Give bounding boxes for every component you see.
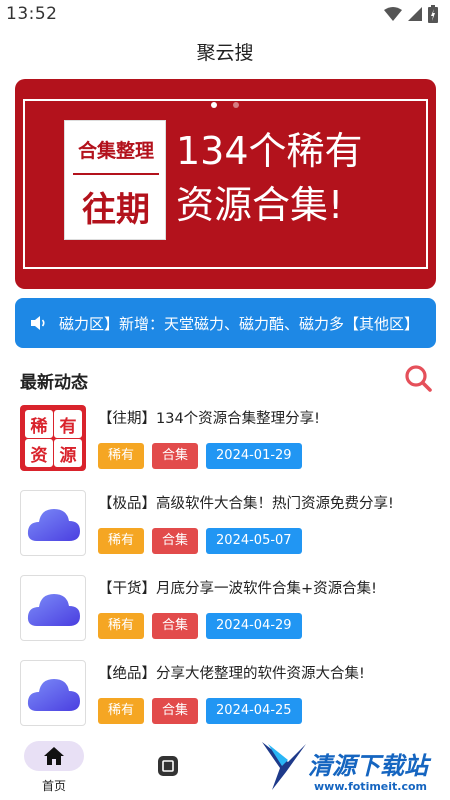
section-title: 最新动态 [20, 373, 88, 393]
carousel-indicator [211, 102, 239, 108]
banner-badge: 合集整理 往期 [64, 120, 166, 240]
seal-char: 有 [54, 410, 82, 438]
search-icon[interactable] [402, 362, 434, 394]
carousel-dot [233, 102, 239, 108]
post-item[interactable]: 【绝品】分享大佬整理的软件资源大合集! 稀有 合集 2024-04-25 [20, 660, 440, 732]
tag-rare: 稀有 [98, 613, 145, 639]
post-thumbnail [20, 575, 86, 641]
cloud-icon [27, 509, 80, 541]
nav-home-label: 首页 [41, 779, 66, 793]
home-icon [44, 747, 64, 765]
seal-char: 源 [54, 439, 82, 467]
watermark-url: www.fotimeit.com [314, 780, 428, 793]
status-time: 13:52 [6, 4, 58, 24]
post-item[interactable]: 【干货】月底分享一波软件合集+资源合集! 稀有 合集 2024-04-29 [20, 575, 440, 647]
post-thumbnail: 稀 有 资 源 [20, 405, 86, 471]
post-title: 【往期】134个资源合集整理分享! [98, 411, 320, 427]
post-thumbnail [20, 490, 86, 556]
post-date: 2024-04-25 [206, 698, 302, 724]
wifi-icon [384, 7, 402, 21]
post-tags: 稀有 合集 2024-05-07 [98, 528, 302, 554]
post-date: 2024-01-29 [206, 443, 302, 469]
cloud-icon [27, 679, 80, 711]
tag-rare: 稀有 [98, 528, 145, 554]
banner-badge-top: 合集整理 [77, 139, 154, 162]
tag-collection: 合集 [152, 528, 199, 554]
notice-bar[interactable]: 磁力区】新增：天堂磁力、磁力酷、磁力多【其他区】 [15, 298, 436, 348]
post-title: 【绝品】分享大佬整理的软件资源大合集! [98, 666, 365, 682]
tag-collection: 合集 [152, 443, 199, 469]
banner-headline: 134个稀有 资源合集! [176, 124, 363, 232]
nav-home-button[interactable] [24, 741, 84, 771]
post-title: 【干货】月底分享一波软件合集+资源合集! [98, 581, 377, 597]
category-icon[interactable] [157, 755, 179, 777]
signal-icon [408, 7, 422, 21]
post-item[interactable]: 【极品】高级软件大合集！热门资源免费分享! 稀有 合集 2024-05-07 [20, 490, 440, 562]
post-date: 2024-05-07 [206, 528, 302, 554]
status-bar: 13:52 [0, 0, 450, 28]
post-tags: 稀有 合集 2024-01-29 [98, 443, 302, 469]
tag-collection: 合集 [152, 698, 199, 724]
seal-char: 资 [25, 439, 53, 467]
watermark: 清源下载站 www.fotimeit.com [258, 738, 438, 796]
post-tags: 稀有 合集 2024-04-25 [98, 698, 302, 724]
post-date: 2024-04-29 [206, 613, 302, 639]
cloud-icon [27, 594, 80, 626]
banner-line-1: 134个稀有 [176, 129, 363, 173]
post-item[interactable]: 稀 有 资 源 【往期】134个资源合集整理分享! 稀有 合集 2024-01-… [20, 405, 440, 477]
banner-badge-bottom: 往期 [82, 189, 150, 230]
post-title: 【极品】高级软件大合集！热门资源免费分享! [98, 496, 394, 512]
watermark-text: 清源下载站 [308, 752, 428, 780]
notice-text: 磁力区】新增：天堂磁力、磁力酷、磁力多【其他区】 [59, 314, 420, 333]
battery-icon [428, 5, 438, 23]
tag-rare: 稀有 [98, 443, 145, 469]
banner-badge-divider [73, 173, 159, 175]
seal-char: 稀 [25, 410, 53, 438]
app-title: 聚云搜 [196, 42, 254, 64]
status-icons [384, 5, 438, 23]
tag-rare: 稀有 [98, 698, 145, 724]
speaker-icon [31, 316, 45, 330]
carousel-dot-active [211, 102, 217, 108]
tag-collection: 合集 [152, 613, 199, 639]
watermark-logo-icon [262, 742, 306, 790]
post-tags: 稀有 合集 2024-04-29 [98, 613, 302, 639]
banner-line-2: 资源合集! [176, 183, 344, 227]
post-thumbnail [20, 660, 86, 726]
